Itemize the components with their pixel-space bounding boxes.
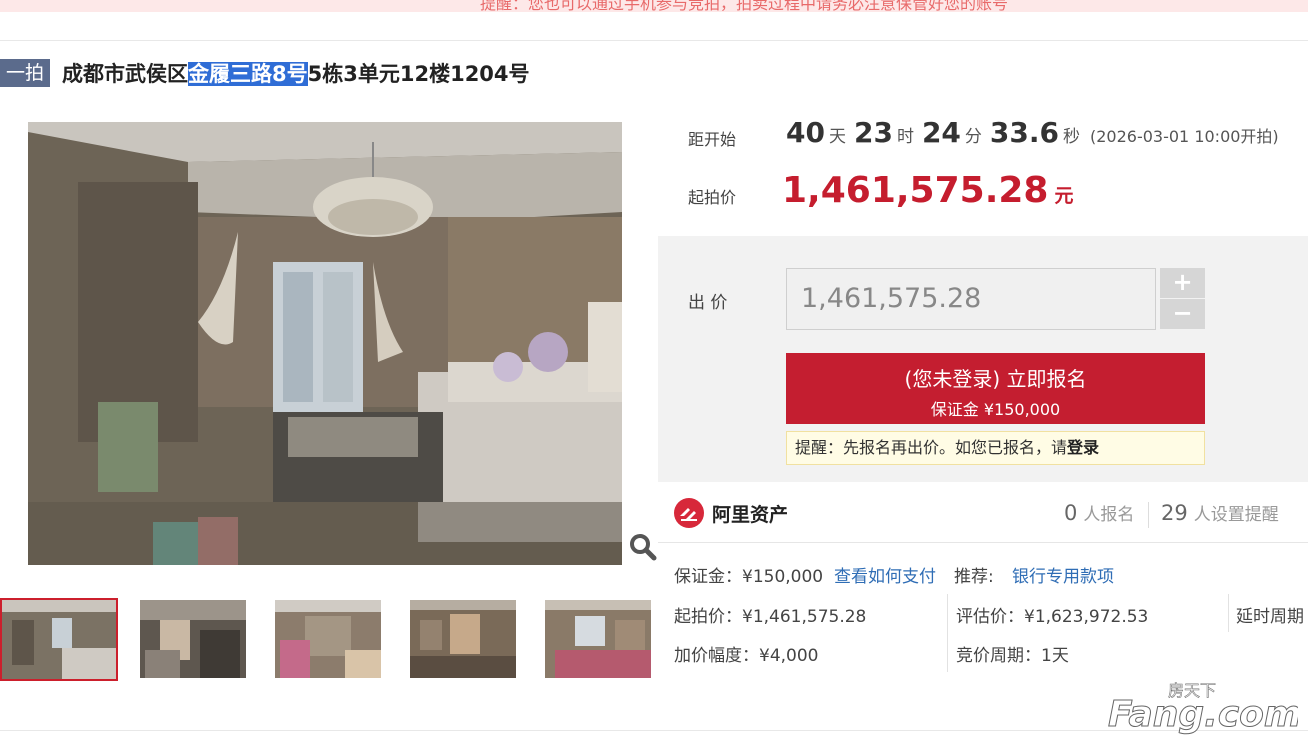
- starting-price: 1,461,575.28 元: [782, 170, 1073, 211]
- column-divider: [947, 594, 948, 672]
- bid-increment: 加价幅度：¥4,000: [674, 646, 819, 666]
- days-unit: 天: [828, 127, 846, 147]
- listing-title-row: 一拍 成都市武侯区金履三路8号5栋3单元12楼1204号: [0, 56, 530, 90]
- column-divider: [1228, 594, 1229, 632]
- reminder-count-value: 29: [1161, 501, 1188, 525]
- starting-price-label: 起拍价: [688, 188, 737, 207]
- auction-start-time: (2026-03-01 10:00开拍): [1090, 127, 1279, 146]
- thumbnail-image: [275, 600, 381, 678]
- thumbnail-image: [140, 600, 246, 678]
- platform-row: 阿里资产 0 人报名 29 人设置提醒: [674, 496, 1308, 532]
- countdown-hours: 23: [853, 116, 893, 149]
- reminder-text: 提醒：先报名再出价。如您已报名，请: [795, 438, 1068, 457]
- countdown-days: 40: [786, 116, 825, 149]
- bank-account-link[interactable]: 银行专用款项: [1012, 562, 1114, 587]
- thumbnail-4[interactable]: [410, 600, 516, 678]
- starting-price-value: 1,461,575.28: [782, 170, 1049, 211]
- thumbnail-image: [2, 600, 116, 679]
- auction-round-badge: 一拍: [0, 59, 51, 87]
- hours-unit: 时: [896, 127, 914, 147]
- auction-period: 竞价周期：1天: [956, 646, 1069, 666]
- thumbnail-5[interactable]: [545, 600, 651, 678]
- recommend-label: 推荐:: [954, 567, 994, 587]
- banner-text: 提醒：您也可以通过手机参与竞拍，拍卖过程中请务必注意保管好您的账号: [480, 0, 1009, 12]
- magnifier-icon: [624, 528, 660, 564]
- signup-count-value: 0: [1064, 501, 1078, 525]
- login-link[interactable]: 登录: [1067, 438, 1099, 457]
- title-prefix: 成都市武侯区: [62, 62, 189, 86]
- minutes-unit: 分: [964, 127, 982, 147]
- fang-watermark-logo: 房天下 Fang.com: [1108, 676, 1302, 736]
- bid-panel: 出 价 1,461,575.28 + − (您未登录) 立即报名 保证金 ¥15…: [658, 236, 1308, 482]
- appraisal-price: 评估价：¥1,623,972.53: [956, 607, 1149, 627]
- bid-amount-input[interactable]: 1,461,575.28: [786, 268, 1156, 330]
- signup-deposit-label: 保证金 ¥150,000: [930, 400, 1061, 419]
- signup-button-label: (您未登录) 立即报名: [904, 367, 1087, 391]
- thumbnail-1[interactable]: [0, 598, 118, 681]
- listing-title: 成都市武侯区金履三路8号5栋3单元12楼1204号: [62, 58, 530, 88]
- reminder-count-label: 人设置提醒: [1193, 505, 1279, 525]
- signup-count-label: 人报名: [1083, 505, 1135, 525]
- title-highlight[interactable]: 金履三路8号: [188, 62, 308, 86]
- bid-label: 出 价: [688, 293, 728, 313]
- thumbnail-strip: [0, 598, 660, 682]
- seconds-unit: 秒: [1063, 127, 1080, 147]
- thumbnail-3[interactable]: [275, 600, 381, 678]
- living-room-image: [28, 122, 622, 565]
- countdown-timer: 40 天 23 时 24 分 33.6 秒 (2026-03-01 10:00开…: [786, 116, 1279, 149]
- countdown-label: 距开始: [688, 130, 737, 149]
- thumbnail-image: [410, 600, 516, 678]
- signup-reminder: 提醒：先报名再出价。如您已报名，请登录: [786, 431, 1205, 465]
- auction-info-panel: 距开始 40 天 23 时 24 分 33.6 秒 (2026-03-01 10…: [658, 108, 1308, 236]
- divider: [0, 40, 1308, 41]
- reminder-count: 29 人设置提醒: [1161, 500, 1279, 525]
- delay-period: 延时周期: [1236, 607, 1304, 627]
- signup-count: 0 人报名: [1064, 500, 1134, 525]
- signup-now-button[interactable]: (您未登录) 立即报名 保证金 ¥150,000: [786, 353, 1205, 424]
- price-unit: 元: [1054, 185, 1074, 207]
- detail-start-price: 起拍价：¥1,461,575.28: [674, 607, 867, 627]
- watermark-line2: Fang.com: [1108, 694, 1298, 735]
- ali-assets-logo-icon: [674, 498, 704, 528]
- platform-name: 阿里资产: [712, 504, 789, 526]
- zoom-button[interactable]: [624, 528, 660, 564]
- countdown-minutes: 24: [921, 116, 961, 149]
- how-to-pay-link[interactable]: 查看如何支付: [834, 562, 936, 587]
- top-notice-banner: 提醒：您也可以通过手机参与竞拍，拍卖过程中请务必注意保管好您的账号: [0, 0, 1308, 12]
- stat-divider: [1148, 502, 1149, 528]
- deposit-info: 保证金：¥150,000: [674, 567, 824, 587]
- decrease-bid-button[interactable]: −: [1160, 299, 1205, 329]
- countdown-seconds: 33.6: [989, 116, 1059, 149]
- thumbnail-2[interactable]: [140, 600, 246, 678]
- increase-bid-button[interactable]: +: [1160, 268, 1205, 298]
- main-property-photo[interactable]: [28, 122, 622, 565]
- divider: [658, 542, 1308, 543]
- thumbnail-image: [545, 600, 651, 678]
- title-suffix: 5栋3单元12楼1204号: [307, 62, 530, 86]
